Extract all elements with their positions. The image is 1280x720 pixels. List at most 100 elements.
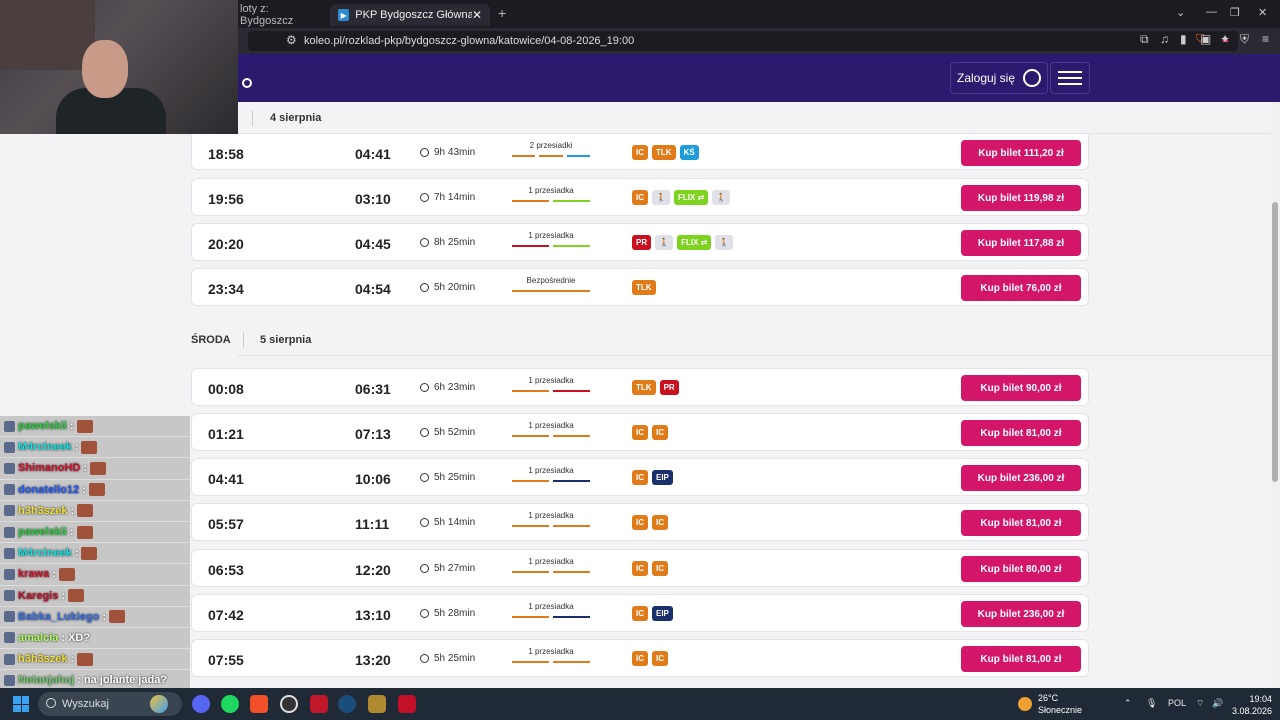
site-info-icon[interactable]: ⚙ [286,33,297,47]
buy-ticket-button[interactable]: Kup bilet 80,00 zł [961,556,1081,582]
url-input[interactable]: ⚙ koleo.pl/rozklad-pkp/bydgoszcz-glowna/… [248,31,1238,51]
brave-icon[interactable] [250,695,268,713]
buy-ticket-button[interactable]: Kup bilet 111,20 zł [961,140,1081,166]
arrival-time: 03:10 [355,191,391,207]
buy-ticket-button[interactable]: Kup bilet 81,00 zł [961,646,1081,672]
close-window-button[interactable]: ✕ [1258,6,1267,19]
emote-icon [88,483,105,497]
webcam-overlay [0,0,238,134]
emote-icon [76,419,93,433]
sidebar-icon[interactable]: ▮ [1180,32,1187,46]
day-date: 4 sierpnia [270,111,322,124]
chat-text: na jolante jada? [83,674,168,687]
media-icon[interactable]: ♫ [1160,32,1169,46]
microphone-icon[interactable]: 🎙 [1146,698,1157,709]
extensions-icon[interactable]: ⧉ [1140,32,1149,47]
koleo-logo-icon[interactable] [242,78,252,88]
volume-icon[interactable]: 🔊 [1212,698,1223,709]
buy-ticket-button[interactable]: Kup bilet 81,00 zł [961,420,1081,446]
tray-chevron-icon[interactable]: ⌃ [1124,698,1132,709]
vpn-icon[interactable]: ⛨ [1240,32,1249,47]
carrier-badge: IC [632,190,648,205]
wifi-icon[interactable]: ⌔ [1196,698,1204,709]
buy-ticket-button[interactable]: Kup bilet 81,00 zł [961,510,1081,536]
chat-username: Babka_Lukiego [18,610,100,623]
timeline-segment [553,390,590,392]
hamburger-menu-button[interactable] [1050,62,1090,94]
maximize-button[interactable]: ❐ [1230,6,1240,19]
connection-row[interactable]: 00:08 06:31 6h 23min 1 przesiadka TLK PR … [191,368,1089,406]
emote-icon [90,461,107,475]
transfer-info: 1 przesiadka [528,231,574,240]
connection-row[interactable]: 18:58 04:41 9h 43min 2 przesiadki IC TLK K… [191,134,1089,170]
transfer-info: 1 przesiadka [528,557,574,566]
buy-ticket-button[interactable]: Kup bilet 236,00 zł [961,465,1081,491]
chat-colon: : [74,547,79,560]
koleo-favicon-icon: ▶ [338,9,350,21]
page-scrollbar[interactable] [1271,102,1280,688]
connection-row[interactable]: 20:20 04:45 8h 25min 1 przesiadka PR 🚶 FLI… [191,223,1089,261]
app-red-icon[interactable] [310,695,328,713]
close-tab-icon[interactable]: ✕ [472,8,482,22]
language-indicator[interactable]: POL [1168,698,1186,708]
leo-icon[interactable]: ✦ [1220,32,1230,46]
buy-ticket-button[interactable]: Kup bilet 117,88 zł [961,230,1081,256]
connection-row[interactable]: 06:53 12:20 5h 27min 1 przesiadka IC IC K… [191,549,1089,587]
connection-row[interactable]: 05:57 11:11 5h 14min 1 przesiadka IC IC K… [191,503,1089,541]
emote-icon [68,589,85,603]
user-badge-icon [4,505,15,517]
copilot-icon[interactable] [150,695,168,713]
duration-text: 5h 25min [434,653,476,664]
obs-icon[interactable] [280,695,298,713]
connection-row[interactable]: 23:34 04:54 5h 20min Bezpośrednie TLK Ku… [191,268,1089,306]
chat-colon: : [61,631,66,644]
connection-row[interactable]: 07:55 13:20 5h 25min 1 przesiadka IC IC K… [191,639,1089,677]
buy-ticket-button[interactable]: Kup bilet 76,00 zł [961,275,1081,301]
connection-row[interactable]: 01:21 07:13 5h 52min 1 przesiadka IC IC K… [191,413,1089,451]
discord-icon[interactable] [192,695,210,713]
chat-colon: : [70,653,75,666]
windows-taskbar: Wyszukaj 26°C Słonecznie ⌃ 🎙 POL ⌔ 🔊 19:… [0,688,1280,720]
timeline-segment [512,571,549,573]
day-header: ŚRODA 5 sierpnia [191,324,1271,356]
carrier-badges: PR 🚶 FLIX ⇄ 🚶 [632,235,734,250]
buy-ticket-button[interactable]: Kup bilet 119,98 zł [961,185,1081,211]
login-button[interactable]: Zaloguj się [950,62,1048,94]
carrier-badges: TLK [632,280,656,295]
windows-start-icon[interactable] [13,696,29,712]
system-clock[interactable]: 19:04 3.08.2026 [1232,693,1272,717]
wallet-icon[interactable]: ▣ [1200,32,1211,46]
connection-row[interactable]: 07:42 13:10 5h 28min 1 przesiadka IC EIP … [191,594,1089,632]
timeline-segment [512,390,549,392]
buy-ticket-button[interactable]: Kup bilet 236,00 zł [961,601,1081,627]
user-badge-icon [4,484,15,496]
menu-icon[interactable]: ≡ [1262,32,1269,46]
transfer-timeline [512,480,590,483]
tab-inactive[interactable]: loty z: Bydgoszcz [232,3,328,27]
clock-icon [420,654,429,663]
connection-row[interactable]: 19:56 03:10 7h 14min 1 przesiadka IC 🚶 FLI… [191,178,1089,216]
timeline-segment [512,435,549,437]
app-k-icon[interactable] [398,695,416,713]
weather-widget[interactable]: 26°C Słonecznie [1018,692,1082,716]
tab-active[interactable]: ▶ PKP Bydgoszcz Główna > Katow ✕ [330,4,490,26]
chat-message: M4rcineek : [0,437,190,459]
duration-text: 5h 27min [434,563,476,574]
chat-username: M4rcineek [18,547,72,560]
background-shelf [0,0,95,70]
chat-colon: : [61,589,66,602]
carrier-badge: IC [652,425,668,440]
minimize-button[interactable]: — [1206,6,1217,18]
steam-icon[interactable] [338,695,356,713]
tab-list-icon[interactable]: ⌄ [1176,6,1185,19]
league-icon[interactable] [368,695,386,713]
timeline-segment [512,480,549,482]
buy-ticket-button[interactable]: Kup bilet 90,00 zł [961,375,1081,401]
connection-row[interactable]: 04:41 10:06 5h 25min 1 przesiadka IC EIP … [191,458,1089,496]
emote-icon [77,652,94,666]
chat-colon: : [82,483,86,496]
duration: 5h 25min [420,653,475,664]
scrollbar-thumb[interactable] [1272,202,1278,482]
new-tab-button[interactable]: + [498,5,506,21]
spotify-icon[interactable] [221,695,239,713]
